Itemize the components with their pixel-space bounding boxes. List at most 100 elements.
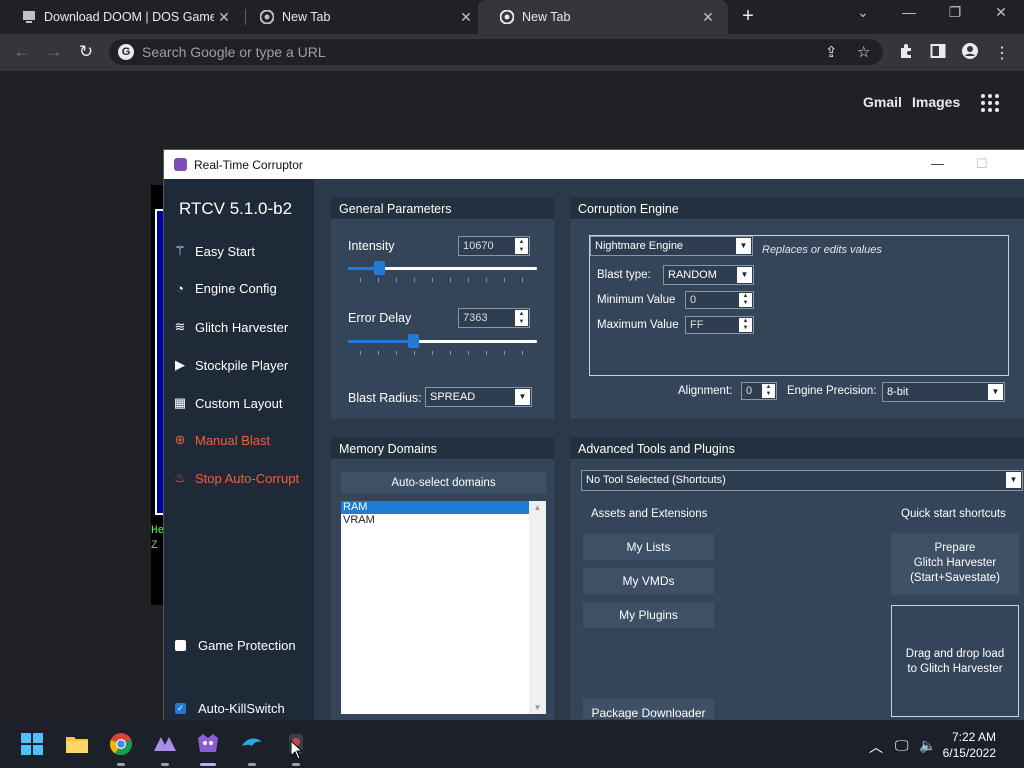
back-icon[interactable]: ← [12, 43, 32, 63]
scroll-down-icon[interactable]: ▼ [529, 703, 546, 712]
google-apps-icon[interactable] [981, 94, 999, 112]
scroll-up-icon[interactable]: ▲ [529, 501, 546, 512]
minimum-value: 0 [690, 294, 697, 306]
checkbox-label: Auto-KillSwitch [198, 701, 285, 716]
windows-start-icon[interactable] [20, 732, 44, 756]
sidebar-item-glitch-harvester[interactable]: ≋ Glitch Harvester [172, 319, 289, 335]
error-delay-input[interactable]: 7363 ▲ ▼ [458, 308, 530, 328]
sidebar-item-stockpile-player[interactable]: ▶ Stockpile Player [172, 357, 288, 373]
dolphin-emulator-icon[interactable] [240, 732, 264, 756]
tab-title: New Tab [522, 10, 571, 24]
rtc-taskbar-icon[interactable] [196, 732, 220, 756]
screen: { "browser": { "tabs": [ {"title": "Down… [0, 0, 1024, 768]
sidebar-item-manual-blast[interactable]: ⊕ Manual Blast [172, 432, 271, 448]
minimum-value-input[interactable]: 0 ▲ ▼ [685, 291, 754, 309]
menu-kebab-icon[interactable]: ⋮ [992, 43, 1012, 63]
file-explorer-icon[interactable] [65, 732, 89, 756]
tool-select[interactable]: No Tool Selected (Shortcuts) ▼ [581, 470, 1023, 491]
sidebar-item-stop-auto-corrupt[interactable]: ♨ Stop Auto-Corrupt [172, 470, 299, 486]
close-tab-icon[interactable]: ✕ [698, 9, 718, 26]
my-lists-button[interactable]: My Lists [583, 534, 714, 560]
share-icon[interactable]: ⇪ [825, 43, 838, 61]
reload-icon[interactable]: ↻ [76, 43, 96, 63]
game-text-fragment: Z [151, 540, 158, 552]
slider-thumb[interactable] [374, 261, 385, 275]
prepare-glitch-harvester-button[interactable]: Prepare Glitch Harvester (Start+Savestat… [891, 533, 1019, 595]
alignment-input[interactable]: 0 ▲ ▼ [741, 382, 777, 400]
tab-doom[interactable]: Download DOOM | DOS Games ✕ [0, 0, 244, 34]
sidebar-item-label: Engine Config [195, 281, 277, 296]
spinner-arrows-icon[interactable]: ▲ ▼ [515, 238, 528, 254]
list-item[interactable]: RAM [341, 501, 529, 514]
spinner-arrows-icon[interactable]: ▲ ▼ [739, 318, 752, 332]
auto-killswitch-checkbox[interactable]: ✓ Auto-KillSwitch [172, 701, 285, 716]
close-tab-icon[interactable]: ✕ [456, 9, 476, 26]
blast-type-select[interactable]: RANDOM ▼ [663, 265, 754, 285]
intensity-slider[interactable] [348, 261, 537, 282]
profile-icon[interactable] [960, 43, 980, 64]
list-scrollbar[interactable]: ▲ ▼ [529, 501, 546, 714]
chrome-taskbar-icon[interactable] [109, 732, 133, 756]
memory-domain-list[interactable]: RAM VRAM ▲ ▼ [341, 501, 546, 714]
corruption-engine-panel: Corruption Engine Nightmare Engine ▼ Rep… [570, 197, 1024, 419]
side-panel-icon[interactable] [928, 43, 948, 64]
running-indicator [161, 763, 169, 766]
chevron-down-icon: ▼ [736, 238, 751, 254]
package-downloader-button[interactable]: Package Downloader [583, 699, 714, 719]
spinner-arrows-icon[interactable]: ▲ ▼ [762, 384, 775, 398]
tab-search-icon[interactable]: ⌄ [848, 4, 878, 21]
gmail-link[interactable]: Gmail [863, 94, 902, 110]
general-parameters-panel: General Parameters Intensity 10670 ▲ ▼ Er… [331, 197, 554, 419]
bookmark-star-icon[interactable]: ☆ [857, 43, 870, 61]
auto-select-domains-button[interactable]: Auto-select domains [341, 472, 546, 494]
close-tab-icon[interactable]: ✕ [214, 9, 234, 26]
address-bar[interactable]: G Search Google or type a URL ⇪ ☆ [109, 39, 883, 65]
engine-precision-select[interactable]: 8-bit ▼ [882, 382, 1005, 402]
vanguard-icon[interactable] [153, 732, 177, 756]
forward-icon[interactable]: → [44, 43, 64, 63]
my-plugins-button[interactable]: My Plugins [583, 602, 714, 628]
assets-extensions-title: Assets and Extensions [591, 508, 708, 520]
extensions-icon[interactable] [896, 43, 916, 64]
blast-radius-select[interactable]: SPREAD ▼ [425, 387, 532, 407]
chevron-down-icon: ▼ [1006, 472, 1021, 488]
sidebar-item-label: Custom Layout [195, 395, 283, 411]
spinner-arrows-icon[interactable]: ▲ ▼ [739, 293, 752, 307]
my-vmds-button[interactable]: My VMDs [583, 568, 714, 594]
sidebar-item-custom-layout[interactable]: ▦ Custom Layout [172, 395, 283, 411]
sidebar-item-easy-start[interactable]: ⚚ Easy Start [172, 243, 255, 259]
sidebar-item-engine-config[interactable]: ◔ Engine Config [172, 281, 277, 296]
slider-thumb[interactable] [408, 334, 419, 348]
images-link[interactable]: Images [912, 94, 960, 110]
tab-new-1[interactable]: New Tab ✕ [238, 0, 486, 34]
rtc-maximize-icon[interactable]: ☐ [976, 156, 988, 172]
running-indicator [117, 763, 125, 766]
engine-value: Nightmare Engine [595, 240, 684, 252]
system-clock[interactable]: 7:22 AM 6/15/2022 [943, 729, 996, 761]
checkbox-checked[interactable]: ✓ [175, 703, 186, 714]
minimize-icon[interactable]: — [894, 4, 924, 20]
tab-new-2[interactable]: New Tab ✕ [478, 0, 728, 34]
game-protection-checkbox[interactable]: Game Protection [172, 638, 296, 653]
spinner-arrows-icon[interactable]: ▲ ▼ [515, 310, 528, 326]
checkbox-unchecked[interactable] [175, 640, 186, 651]
sidebar-item-label: Stockpile Player [195, 357, 289, 373]
list-item[interactable]: VRAM [341, 514, 529, 527]
restore-icon[interactable]: ❐ [940, 4, 970, 21]
new-tab-button[interactable]: + [737, 6, 759, 28]
drag-drop-zone[interactable]: Drag and drop load to Glitch Harvester [891, 605, 1019, 717]
clock-date: 6/15/2022 [942, 746, 996, 760]
engine-select[interactable]: Nightmare Engine ▼ [590, 236, 753, 256]
gauge-icon: ◔ [176, 281, 184, 296]
intensity-input[interactable]: 10670 ▲ ▼ [458, 236, 530, 256]
show-hidden-icons-icon[interactable]: ︿ [869, 737, 883, 757]
network-icon[interactable]: 🖵 [895, 737, 909, 754]
maximum-value-input[interactable]: FF ▲ ▼ [685, 316, 754, 334]
volume-icon[interactable]: 🔈 [919, 737, 936, 754]
panel-title: Advanced Tools and Plugins [570, 437, 1024, 459]
rtc-minimize-icon[interactable]: — [931, 156, 944, 171]
sidebar-item-label: Stop Auto-Corrupt [195, 470, 300, 486]
close-window-icon[interactable]: ✕ [986, 4, 1016, 21]
error-delay-slider[interactable] [348, 334, 537, 355]
intensity-value: 10670 [463, 240, 494, 252]
